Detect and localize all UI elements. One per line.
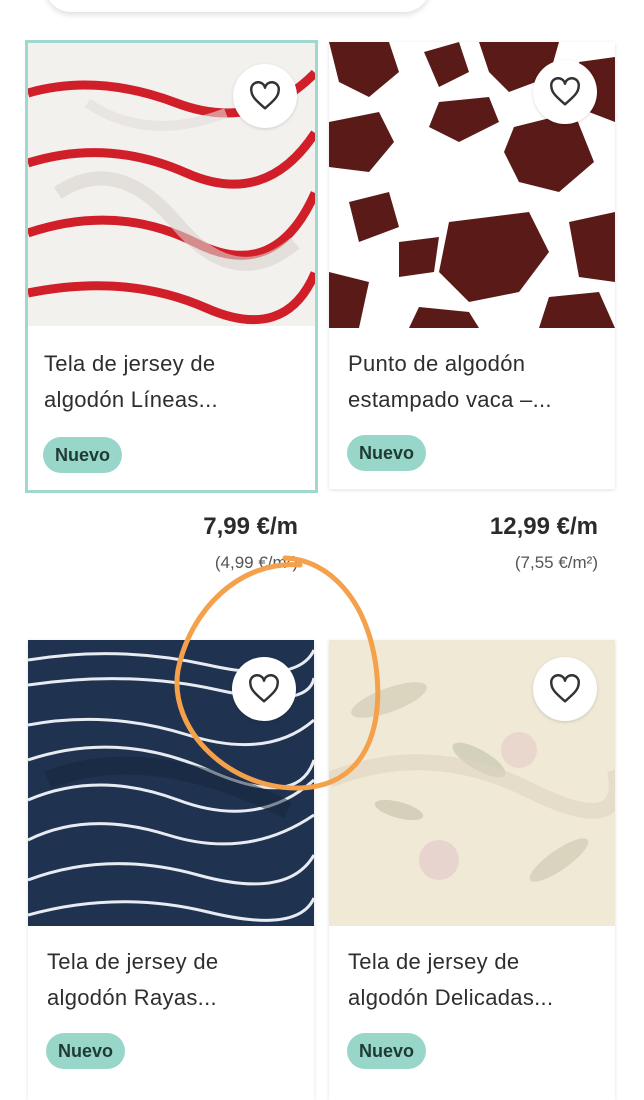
product-card-3[interactable]: Tela de jersey de algodón Rayas... Nuevo [28, 640, 314, 1100]
favorite-button[interactable] [233, 64, 297, 128]
favorite-button[interactable] [533, 657, 597, 721]
new-badge: Nuevo [347, 435, 427, 471]
product-card-2[interactable]: Punto de algodón estampado vaca –... Nue… [329, 42, 615, 489]
product-name[interactable]: Tela de jersey de algodón Líneas... [44, 346, 294, 418]
product-name[interactable]: Tela de jersey de algodón Rayas... [47, 944, 297, 1016]
search-bar[interactable] [45, 0, 430, 12]
product-card-1[interactable]: Tela de jersey de algodón Líneas... Nuev… [25, 40, 318, 493]
new-badge: Nuevo [43, 437, 123, 473]
favorite-button[interactable] [232, 657, 296, 721]
unit-price: (7,55 €/m²) [514, 553, 598, 572]
heart-outline-icon [250, 81, 280, 110]
heart-outline-icon [550, 77, 580, 106]
new-badge: Nuevo [347, 1033, 427, 1069]
price: 7,99 €/m [203, 513, 298, 540]
unit-price: (4,99 €/m²) [214, 553, 298, 572]
price: 12,99 €/m [489, 513, 598, 540]
product-card-4[interactable]: Tela de jersey de algodón Delicadas... N… [329, 640, 615, 1100]
product-name[interactable]: Punto de algodón estampado vaca –... [348, 346, 598, 418]
heart-outline-icon [550, 674, 580, 703]
product-name[interactable]: Tela de jersey de algodón Delicadas... [348, 944, 598, 1016]
new-badge: Nuevo [46, 1033, 126, 1069]
heart-outline-icon [249, 674, 279, 703]
favorite-button[interactable] [533, 60, 597, 124]
